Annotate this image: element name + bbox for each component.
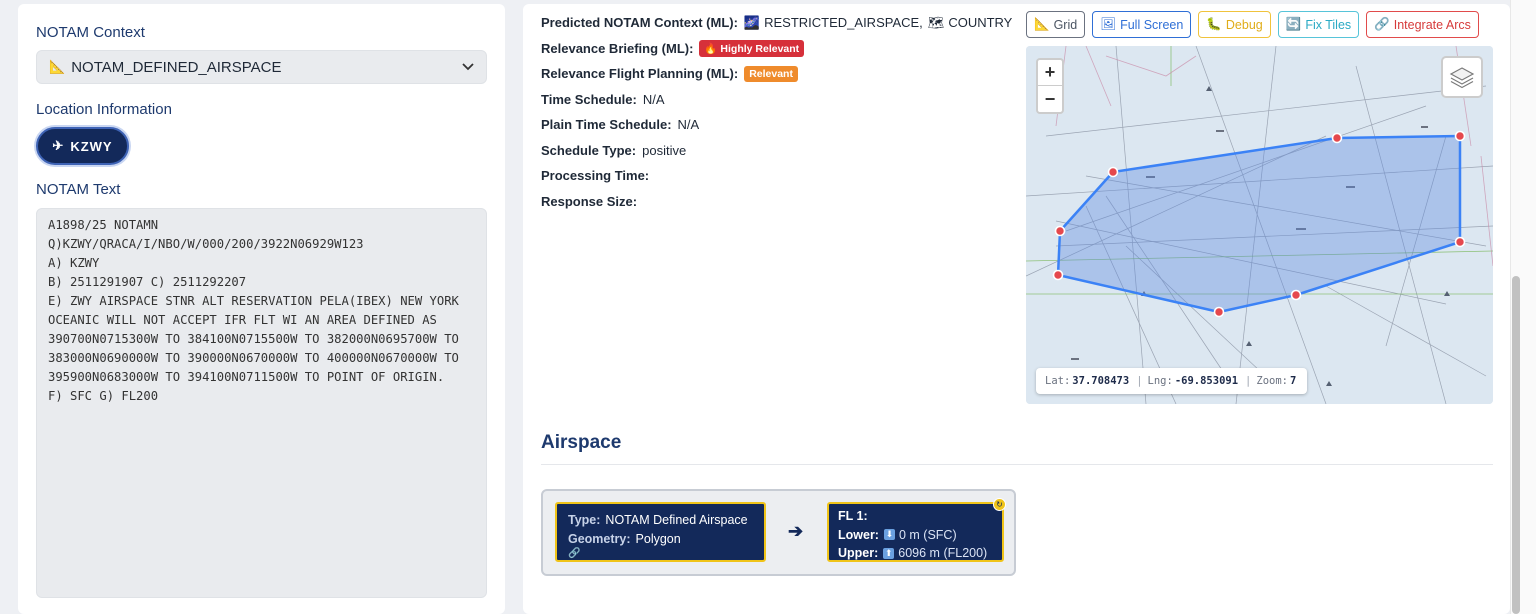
integrate-arcs-button-label: Integrate Arcs — [1393, 17, 1471, 32]
notam-context-value: NOTAM_DEFINED_AIRSPACE — [71, 58, 282, 76]
airspace-title: Airspace — [541, 432, 622, 453]
link-icon: 🔗 — [1374, 17, 1390, 31]
schedule-type-label: Schedule Type: — [541, 142, 637, 158]
fullscreen-button-label: Full Screen — [1120, 17, 1184, 32]
lng-label: Lng: — [1147, 375, 1173, 387]
schedule-type-row: Schedule Type: positive — [541, 138, 1012, 164]
arrow-right-icon: ➔ — [788, 521, 804, 541]
relevant-badge: Relevant — [744, 65, 798, 82]
flight-level-box: ↻ FL 1: Lower: ⬇ 0 m (SFC) Upper: ⬆ 6096… — [827, 498, 1006, 562]
notam-context-select[interactable]: 📐 NOTAM_DEFINED_AIRSPACE — [36, 50, 487, 84]
chevron-down-icon — [462, 60, 474, 74]
notam-text-title: NOTAM Text — [36, 181, 121, 198]
predicted-context-label: Predicted NOTAM Context (ML): — [541, 15, 738, 31]
down-arrow-icon: ⬇ — [883, 529, 895, 541]
map-toolbar: 📐 Grid 🖼 Full Screen 🐛 Debug 🔄 Fix Tiles… — [1026, 11, 1479, 38]
type-label: Type: — [568, 512, 601, 527]
zoom-in-button[interactable]: + — [1038, 60, 1062, 86]
time-schedule-label: Time Schedule: — [541, 91, 637, 107]
schedule-type-value: positive — [642, 142, 687, 158]
relevance-briefing-label: Relevance Briefing (ML): — [541, 40, 694, 56]
lower-value: 0 m (SFC) — [898, 527, 957, 542]
time-schedule-value: N/A — [642, 91, 665, 107]
aeronautical-chart-tiles — [1026, 46, 1493, 404]
response-size-label: Response Size: — [541, 193, 638, 209]
coordinate-readout: Lat: 37.708473 | Lng: -69.853091 | Zoom:… — [1036, 368, 1308, 394]
notam-info-list: Predicted NOTAM Context (ML): 🌌 RESTRICT… — [541, 10, 1012, 214]
galaxy-icon: 🌌 — [743, 14, 761, 30]
relevance-planning-label: Relevance Flight Planning (ML): — [541, 66, 739, 82]
notam-context-title: NOTAM Context — [36, 24, 145, 41]
integrate-arcs-button[interactable]: 🔗 Integrate Arcs — [1366, 11, 1479, 38]
page-scrollbar-thumb[interactable] — [1512, 276, 1520, 614]
upper-value: 6096 m (FL200) — [898, 546, 988, 561]
ruler-icon: 📐 — [1034, 17, 1050, 31]
type-value: NOTAM Defined Airspace — [605, 512, 748, 527]
right-panel: Predicted NOTAM Context (ML): 🌌 RESTRICT… — [523, 4, 1510, 614]
debug-button-label: Debug — [1225, 17, 1263, 32]
zoom-value: 7 — [1289, 375, 1297, 387]
processing-time-row: Processing Time: — [541, 163, 1012, 189]
zoom-label: Zoom: — [1256, 375, 1288, 387]
airspace-card: Type: NOTAM Defined Airspace Geometry: P… — [541, 489, 1016, 576]
fl-title: FL 1: — [838, 509, 868, 524]
refresh-icon: 🔄 — [1285, 17, 1302, 31]
notam-text-area[interactable]: A1898/25 NOTAMN Q)KZWY/QRACA/I/NBO/W/000… — [36, 208, 487, 598]
lng-value: -69.853091 — [1174, 375, 1239, 387]
link-icon[interactable]: 🔗 — [568, 548, 753, 559]
response-size-row: Response Size: — [541, 189, 1012, 215]
up-arrow-icon: ⬆ — [883, 547, 895, 559]
geometry-label: Geometry: — [568, 531, 631, 546]
predicted-context-value-1: RESTRICTED_AIRSPACE, — [764, 15, 923, 31]
zoom-out-button[interactable]: − — [1038, 86, 1062, 112]
fix-tiles-button-label: Fix Tiles — [1305, 17, 1352, 32]
section-divider — [541, 464, 1493, 465]
airspace-map[interactable]: + − Lat: 37.708473 | Lng: -69.853091 | Z… — [1026, 46, 1493, 404]
debug-button[interactable]: 🐛 Debug — [1198, 11, 1271, 38]
lat-label: Lat: — [1045, 375, 1071, 387]
grid-button-label: Grid — [1053, 17, 1078, 32]
highly-relevant-badge: 🔥 Highly Relevant — [699, 39, 805, 57]
layers-icon — [1449, 67, 1475, 89]
layers-button[interactable] — [1441, 56, 1483, 98]
bug-icon: 🐛 — [1206, 17, 1222, 31]
geometry-value: Polygon — [635, 531, 681, 546]
lat-value: 37.708473 — [1072, 375, 1130, 387]
location-pill-kzwy[interactable]: ✈ KZWY — [36, 127, 129, 165]
map-icon: 🗺 — [927, 14, 945, 30]
zoom-control: + − — [1036, 58, 1064, 114]
relevance-planning-row: Relevance Flight Planning (ML): Relevant — [541, 61, 1012, 87]
predicted-context-row: Predicted NOTAM Context (ML): 🌌 RESTRICT… — [541, 10, 1012, 36]
ruler-icon: 📐 — [49, 59, 66, 74]
location-info-title: Location Information — [36, 101, 172, 118]
relevance-briefing-row: Relevance Briefing (ML): 🔥 Highly Releva… — [541, 36, 1012, 62]
picture-icon: 🖼 — [1100, 17, 1117, 31]
fix-tiles-button[interactable]: 🔄 Fix Tiles — [1277, 11, 1360, 38]
left-panel: NOTAM Context 📐 NOTAM_DEFINED_AIRSPACE L… — [18, 4, 505, 614]
plain-time-schedule-row: Plain Time Schedule: N/A — [541, 112, 1012, 138]
grid-button[interactable]: 📐 Grid — [1026, 11, 1086, 38]
time-schedule-row: Time Schedule: N/A — [541, 87, 1012, 113]
upper-label: Upper: — [838, 546, 879, 561]
plain-time-schedule-value: N/A — [677, 117, 700, 133]
lower-label: Lower: — [838, 527, 879, 542]
predicted-context-value-2: COUNTRY — [948, 15, 1013, 31]
fullscreen-button[interactable]: 🖼 Full Screen — [1092, 11, 1192, 38]
location-code: KZWY — [70, 138, 113, 154]
plain-time-schedule-label: Plain Time Schedule: — [541, 117, 672, 133]
airspace-type-box: Type: NOTAM Defined Airspace Geometry: P… — [555, 502, 766, 562]
processing-time-label: Processing Time: — [541, 168, 650, 184]
refresh-badge-icon: ↻ — [993, 498, 1006, 511]
airplane-icon: ✈ — [52, 138, 65, 153]
